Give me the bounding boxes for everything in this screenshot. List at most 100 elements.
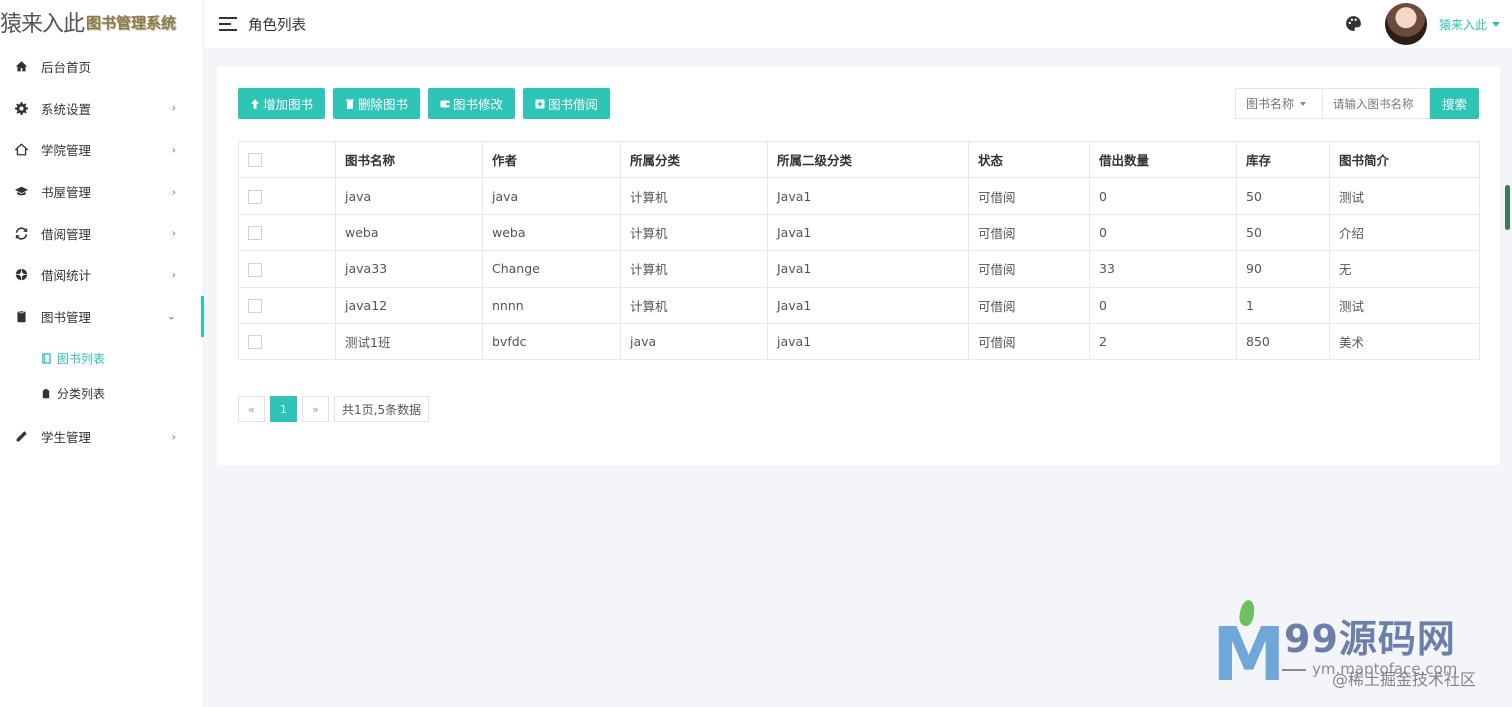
table-cell: 850 (1236, 322, 1330, 361)
sidebar-subitem-book-list[interactable]: 图书列表 (0, 341, 203, 376)
chevron-right-icon: › (171, 101, 176, 115)
sidebar-subitem-label: 图书列表 (57, 352, 106, 367)
sidebar-item-bookhouse[interactable]: 书屋管理 › (0, 171, 203, 213)
clipboard-icon (14, 309, 28, 323)
column-header[interactable]: 图书名称 (335, 140, 483, 179)
table-cell: 美术 (1329, 322, 1480, 361)
leaf-icon (1237, 598, 1257, 628)
table-cell: 1 (1236, 286, 1330, 324)
palette-icon[interactable] (1345, 15, 1363, 33)
column-header[interactable]: 图书简介 (1329, 140, 1480, 179)
row-select-cell (238, 250, 336, 288)
username[interactable]: 猿来入此 (1439, 16, 1487, 33)
row-checkbox[interactable] (248, 262, 262, 277)
table-cell: 计算机 (620, 286, 768, 324)
search-field-select[interactable]: 图书名称 (1235, 88, 1322, 119)
table-cell: java1 (767, 322, 969, 361)
prev-page-button[interactable]: « (238, 396, 265, 422)
table-cell: 可借阅 (968, 213, 1090, 252)
table-cell: 50 (1236, 177, 1330, 215)
arrow-up-icon (250, 98, 260, 109)
column-header[interactable]: 所属分类 (620, 140, 768, 179)
table-row[interactable]: java33 Change 计算机 Java1 可借阅 33 90 无 (238, 250, 1480, 288)
watermark-logo-icon: M (1212, 612, 1286, 698)
search-input[interactable] (1322, 88, 1430, 119)
table-cell: java (620, 322, 768, 361)
column-header[interactable]: 作者 (482, 140, 621, 179)
sidebar-item-system-settings[interactable]: 系统设置 › (0, 88, 203, 130)
sidebar: 猿来入此 图书管理系统 后台首页 系统设置 › 学院管理 › 书屋管理 › 借阅… (0, 0, 204, 707)
search-button[interactable]: 搜索 (1430, 88, 1479, 119)
sidebar-item-college[interactable]: 学院管理 › (0, 129, 203, 171)
table-cell: 可借阅 (968, 322, 1090, 361)
table-cell: Java1 (767, 213, 969, 252)
table-cell: 计算机 (620, 250, 768, 288)
edit-book-button[interactable]: 图书修改 (428, 88, 516, 119)
table-cell: 可借阅 (968, 286, 1090, 324)
table-cell: 50 (1236, 213, 1330, 252)
caret-down-icon[interactable] (1492, 21, 1500, 27)
row-select-cell (238, 322, 336, 361)
sidebar-item-borrow[interactable]: 借阅管理 › (0, 212, 203, 254)
row-checkbox[interactable] (248, 189, 262, 204)
sidebar-item-borrow-stats[interactable]: 借阅统计 › (0, 254, 203, 296)
scrollbar-thumb[interactable] (1505, 185, 1510, 230)
clipboard-icon (42, 388, 52, 400)
table-cell: weba (335, 213, 483, 252)
sidebar-item-label: 借阅统计 (41, 268, 92, 284)
select-all-checkbox[interactable] (248, 153, 262, 168)
edit-book-label: 图书修改 (453, 97, 504, 112)
next-page-button[interactable]: » (302, 396, 329, 422)
menu-toggle-icon[interactable] (219, 17, 237, 31)
sidebar-item-book-management[interactable]: 图书管理 ⌄ (0, 295, 204, 338)
sidebar-item-label: 书屋管理 (41, 185, 92, 201)
table-row[interactable]: java12 nnnn 计算机 Java1 可借阅 0 1 测试 (238, 286, 1480, 324)
column-header[interactable]: 库存 (1236, 140, 1330, 179)
row-select-cell (238, 286, 336, 324)
avatar[interactable] (1384, 3, 1427, 45)
house-outline-icon (14, 143, 28, 157)
caret-down-icon (1300, 101, 1307, 106)
sidebar-item-dashboard[interactable]: 后台首页 (0, 46, 203, 88)
watermark-note: @稀土掘金技术社区 (1332, 670, 1477, 689)
table-row[interactable]: java java 计算机 Java1 可借阅 0 50 测试 (238, 177, 1480, 215)
column-header[interactable]: 借出数量 (1089, 140, 1237, 179)
add-book-button[interactable]: 增加图书 (238, 88, 326, 119)
column-header[interactable]: 所属二级分类 (767, 140, 969, 179)
table-cell: 无 (1329, 250, 1480, 288)
table-row[interactable]: weba weba 计算机 Java1 可借阅 0 50 介绍 (238, 213, 1480, 252)
borrow-book-button[interactable]: 图书借阅 (523, 88, 611, 119)
table-cell: 0 (1089, 286, 1237, 324)
trash-icon (345, 99, 355, 109)
chevron-right-icon: › (171, 143, 176, 157)
logo-main-text: 猿来入此 (0, 12, 85, 37)
select-all-cell (238, 140, 336, 179)
row-checkbox[interactable] (248, 226, 262, 241)
row-checkbox[interactable] (248, 299, 262, 313)
pencil-icon (14, 430, 28, 444)
chevron-right-icon: › (171, 226, 176, 240)
table-header-row: 图书名称 作者 所属分类 所属二级分类 状态 借出数量 库存 图书简介 (238, 140, 1480, 179)
chevron-right-icon: › (171, 430, 176, 444)
top-header: 角色列表 猿来入此 (204, 0, 1512, 48)
table-cell: 测试 (1329, 177, 1480, 215)
table-row[interactable]: 测试1班 bvfdc java java1 可借阅 2 850 美术 (238, 322, 1480, 361)
page-title: 角色列表 (248, 17, 306, 34)
table-cell: 2 (1089, 322, 1237, 361)
table-cell: 90 (1236, 250, 1330, 288)
delete-book-button[interactable]: 删除图书 (333, 88, 421, 119)
submenu-book-management: 图书列表 分类列表 (0, 337, 203, 416)
header-user-area: 猿来入此 (1345, 0, 1512, 48)
sidebar-item-students[interactable]: 学生管理 › (0, 416, 203, 458)
column-header[interactable]: 状态 (968, 140, 1090, 179)
borrow-book-label: 图书借阅 (548, 97, 599, 112)
sidebar-subitem-category-list[interactable]: 分类列表 (0, 376, 203, 411)
page-number-button[interactable]: 1 (270, 396, 297, 422)
chevron-down-icon: ⌄ (166, 309, 176, 323)
search-field-value: 图书名称 (1246, 97, 1295, 111)
table-cell: 0 (1089, 177, 1237, 215)
row-checkbox[interactable] (248, 335, 262, 350)
refresh-icon (14, 226, 28, 240)
watermark: M 99源码网 ym.maptoface.com @稀土掘金技术社区 (1212, 598, 1502, 700)
app-logo[interactable]: 猿来入此 图书管理系统 (0, 0, 203, 44)
